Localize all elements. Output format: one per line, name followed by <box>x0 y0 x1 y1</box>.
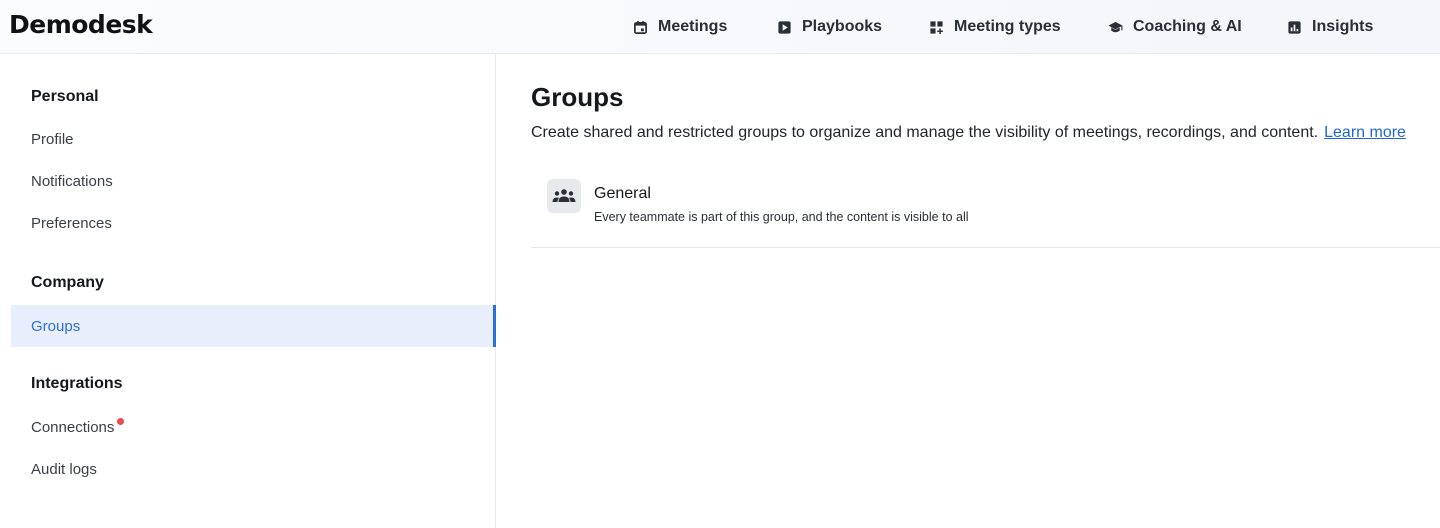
top-navigation-bar: Demodesk Meetings Playbooks Meeting type… <box>0 0 1440 54</box>
play-square-icon <box>777 20 792 35</box>
page-description: Create shared and restricted groups to o… <box>531 124 1406 142</box>
sidebar-item-label: Groups <box>31 317 81 335</box>
graduation-cap-icon <box>1108 20 1123 35</box>
sidebar-item-label: Notifications <box>31 172 113 190</box>
sidebar-item-label: Audit logs <box>31 460 97 478</box>
sidebar-item-audit-logs[interactable]: Audit logs <box>11 448 496 490</box>
group-row-general[interactable]: General Every teammate is part of this g… <box>531 166 1440 248</box>
sidebar-item-groups[interactable]: Groups <box>11 305 496 347</box>
group-people-icon <box>547 179 581 213</box>
calendar-icon <box>633 20 648 35</box>
groups-content: Groups Create shared and restricted grou… <box>497 54 1440 528</box>
sidebar-item-preferences[interactable]: Preferences <box>11 202 496 244</box>
sidebar-item-label: Profile <box>31 130 74 148</box>
learn-more-link[interactable]: Learn more <box>1324 124 1406 141</box>
grid-add-icon <box>929 20 944 35</box>
section-title-personal: Personal <box>31 88 99 105</box>
section-title-company: Company <box>31 274 104 291</box>
nav-meetings[interactable]: Meetings <box>633 0 727 54</box>
app-logo[interactable]: Demodesk <box>9 10 153 39</box>
nav-meeting-types[interactable]: Meeting types <box>929 0 1061 54</box>
group-description: Every teammate is part of this group, an… <box>594 210 969 224</box>
nav-coaching-ai-label: Coaching & AI <box>1133 18 1242 35</box>
notification-dot-badge <box>117 417 125 425</box>
page-title: Groups <box>531 82 624 112</box>
page-description-text: Create shared and restricted groups to o… <box>531 124 1319 141</box>
nav-playbooks-label: Playbooks <box>802 18 883 35</box>
settings-sidebar: Personal Profile Notifications Preferenc… <box>0 54 496 528</box>
nav-insights-label: Insights <box>1312 18 1374 35</box>
nav-playbooks[interactable]: Playbooks <box>777 0 882 54</box>
sidebar-item-connections[interactable]: Connections <box>11 406 496 448</box>
nav-meetings-label: Meetings <box>658 18 728 35</box>
nav-meeting-types-label: Meeting types <box>954 18 1061 35</box>
sidebar-item-label: Connections <box>31 418 115 436</box>
sidebar-item-profile[interactable]: Profile <box>11 118 496 160</box>
group-name: General <box>594 185 651 202</box>
sidebar-item-notifications[interactable]: Notifications <box>11 160 496 202</box>
sidebar-item-label: Preferences <box>31 214 112 232</box>
nav-insights[interactable]: Insights <box>1287 0 1373 54</box>
bar-chart-icon <box>1287 20 1302 35</box>
section-title-integrations: Integrations <box>31 375 123 392</box>
nav-coaching-ai[interactable]: Coaching & AI <box>1108 0 1242 54</box>
